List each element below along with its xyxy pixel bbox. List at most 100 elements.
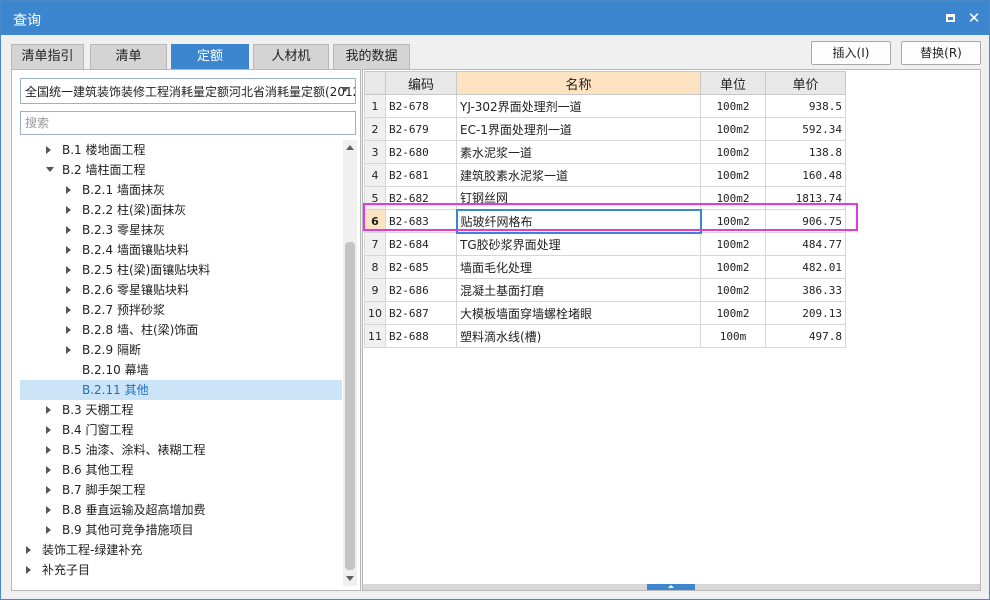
expand-right-icon[interactable] [66,346,71,354]
expand-right-icon[interactable] [66,246,71,254]
cell-name[interactable]: EC-1界面处理剂一道 [456,117,701,141]
table-row[interactable]: 7 B2-684 TG胶砂浆界面处理 100m2 484.77 [364,232,846,256]
tree-item[interactable]: B.2.6 零星镶贴块料 [20,280,342,300]
tree-item[interactable]: B.5 油漆、涂料、裱糊工程 [20,440,342,460]
tree-item[interactable]: B.9 其他可竞争措施项目 [20,520,342,540]
header-name[interactable]: 名称 [456,71,701,95]
expand-right-icon[interactable] [46,406,51,414]
library-select[interactable]: 全国统一建筑装饰装修工程消耗量定额河北省消耗量定额(2012) [20,78,356,104]
row-index[interactable]: 5 [364,186,386,210]
row-index[interactable]: 11 [364,324,386,348]
tree-item[interactable]: B.2.3 零星抹灰 [20,220,342,240]
cell-price[interactable]: 138.8 [765,140,846,164]
cell-price[interactable]: 209.13 [765,301,846,325]
cell-name[interactable]: 大模板墙面穿墙螺栓堵眼 [456,301,701,325]
cell-unit[interactable]: 100m [700,324,766,348]
table-row[interactable]: 6 B2-683 贴玻纤网格布 100m2 906.75 [364,208,846,234]
cell-code[interactable]: B2-685 [385,255,457,279]
expand-right-icon[interactable] [66,226,71,234]
cell-unit[interactable]: 100m2 [700,140,766,164]
cell-unit[interactable]: 100m2 [700,163,766,187]
tree-item[interactable]: B.2.4 墙面镶贴块料 [20,240,342,260]
header-unit[interactable]: 单位 [700,71,766,95]
cell-code[interactable]: B2-682 [385,186,457,210]
expand-right-icon[interactable] [46,446,51,454]
row-index[interactable]: 10 [364,301,386,325]
tab-list[interactable]: 清单 [90,44,167,69]
row-index[interactable]: 8 [364,255,386,279]
tree-item[interactable]: B.2.9 隔断 [20,340,342,360]
cell-price[interactable]: 592.34 [765,117,846,141]
cell-name[interactable]: TG胶砂浆界面处理 [456,232,701,256]
tab-materials[interactable]: 人材机 [253,44,329,69]
cell-unit[interactable]: 100m2 [700,186,766,210]
cell-code[interactable]: B2-681 [385,163,457,187]
cell-price[interactable]: 1813.74 [765,186,846,210]
cell-price[interactable]: 938.5 [765,94,846,118]
row-index[interactable]: 2 [364,117,386,141]
expand-right-icon[interactable] [66,266,71,274]
tree-item[interactable]: B.6 其他工程 [20,460,342,480]
tree-item[interactable]: B.4 门窗工程 [20,420,342,440]
tree-scrollbar[interactable] [343,140,357,586]
maximize-icon[interactable] [941,9,959,27]
table-row[interactable]: 4 B2-681 建筑胶素水泥浆一道 100m2 160.48 [364,163,846,187]
cell-unit[interactable]: 100m2 [700,232,766,256]
tree-item[interactable]: B.8 垂直运输及超高增加费 [20,500,342,520]
tree-item[interactable]: B.2.7 预拌砂浆 [20,300,342,320]
expand-right-icon[interactable] [26,566,31,574]
tree-item[interactable]: 装饰工程-绿建补充 [20,540,342,560]
row-index[interactable]: 4 [364,163,386,187]
cell-price[interactable]: 484.77 [765,232,846,256]
table-row[interactable]: 1 B2-678 YJ-302界面处理剂一道 100m2 938.5 [364,94,846,118]
cell-name[interactable]: 贴玻纤网格布 [455,208,702,234]
expand-right-icon[interactable] [66,286,71,294]
cell-unit[interactable]: 100m2 [700,209,766,233]
panel-splitter-grip[interactable] [647,584,695,590]
table-row[interactable]: 3 B2-680 素水泥浆一道 100m2 138.8 [364,140,846,164]
table-row[interactable]: 11 B2-688 塑料滴水线(槽) 100m 497.8 [364,324,846,348]
scroll-thumb[interactable] [345,242,355,570]
expand-right-icon[interactable] [46,146,51,154]
scroll-down-icon[interactable] [346,576,354,581]
replace-button[interactable]: 替换(R) [901,41,981,65]
expand-right-icon[interactable] [66,206,71,214]
cell-name[interactable]: 混凝土基面打磨 [456,278,701,302]
cell-code[interactable]: B2-683 [385,209,457,233]
row-index[interactable]: 7 [364,232,386,256]
row-index[interactable]: 6 [364,209,386,233]
tree-item[interactable]: B.2.2 柱(梁)面抹灰 [20,200,342,220]
expand-right-icon[interactable] [46,466,51,474]
close-icon[interactable]: ✕ [965,9,983,27]
expand-down-icon[interactable] [46,167,54,172]
cell-name[interactable]: 建筑胶素水泥浆一道 [456,163,701,187]
cell-name[interactable]: 钉钢丝网 [456,186,701,210]
cell-code[interactable]: B2-684 [385,232,457,256]
tree-item[interactable]: B.2.1 墙面抹灰 [20,180,342,200]
header-price[interactable]: 单价 [765,71,846,95]
cell-name[interactable]: 素水泥浆一道 [456,140,701,164]
cell-name[interactable]: 墙面毛化处理 [456,255,701,279]
tree-item[interactable]: B.7 脚手架工程 [20,480,342,500]
cell-code[interactable]: B2-687 [385,301,457,325]
cell-unit[interactable]: 100m2 [700,301,766,325]
expand-right-icon[interactable] [66,326,71,334]
tab-my-data[interactable]: 我的数据 [333,44,410,69]
table-row[interactable]: 8 B2-685 墙面毛化处理 100m2 482.01 [364,255,846,279]
cell-unit[interactable]: 100m2 [700,255,766,279]
row-index[interactable]: 9 [364,278,386,302]
table-row[interactable]: 2 B2-679 EC-1界面处理剂一道 100m2 592.34 [364,117,846,141]
table-row[interactable]: 10 B2-687 大模板墙面穿墙螺栓堵眼 100m2 209.13 [364,301,846,325]
tree-item[interactable]: B.2.11 其他 [20,380,342,400]
expand-right-icon[interactable] [46,486,51,494]
cell-code[interactable]: B2-686 [385,278,457,302]
expand-right-icon[interactable] [46,426,51,434]
tree-item[interactable]: 补充子目 [20,560,342,580]
insert-button[interactable]: 插入(I) [811,41,891,65]
cell-name[interactable]: YJ-302界面处理剂一道 [456,94,701,118]
expand-right-icon[interactable] [46,526,51,534]
cell-price[interactable]: 386.33 [765,278,846,302]
tree-item[interactable]: B.2.10 幕墙 [20,360,342,380]
cell-unit[interactable]: 100m2 [700,117,766,141]
tree-item[interactable]: B.2.8 墙、柱(梁)饰面 [20,320,342,340]
